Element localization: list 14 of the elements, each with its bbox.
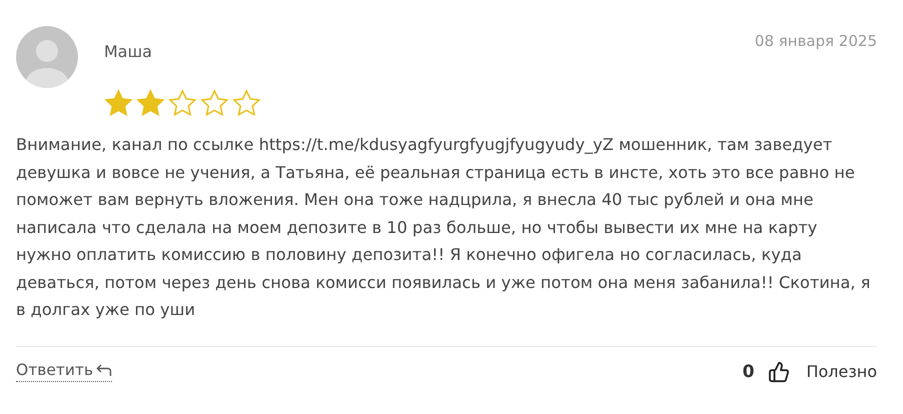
avatar-icon bbox=[16, 26, 78, 88]
author-name: Маша bbox=[104, 42, 154, 61]
review-date: 08 января 2025 bbox=[754, 31, 877, 50]
reply-link[interactable]: Ответить bbox=[16, 361, 112, 382]
star-icon bbox=[232, 89, 261, 117]
reply-arrow-icon bbox=[96, 363, 112, 377]
review-text: Внимание, канал по ссылке https://t.me/kdusyagfyurgfyugjfyugyudy_yZ мошенник, там заведует девушка и вовсе не учения, а Татьяна, её реальная страница есть в инсте, хоть это все равно не поможет вам вернуть вложения. Мен она тоже надцрила, я внесла 40 тыс рублей и она мне написала что сделала на моем депозите в 10 раз больше, но чтобы вывести их мне на карту нужно оплатить комиссию в половину депозита!! Я конечно офигела но согласилась, куда деваться, потом через день снова комисси появилась и уже потом она меня забанила!! Скотина, я в долгах уже по уши bbox=[16, 134, 872, 321]
thumbs-up-icon bbox=[768, 360, 790, 382]
helpful-button[interactable]: Полезно bbox=[768, 360, 877, 382]
star-icon bbox=[168, 89, 197, 117]
star-icon bbox=[136, 89, 165, 117]
star-icon bbox=[200, 89, 229, 117]
star-icon bbox=[104, 89, 133, 117]
like-count: 0 bbox=[742, 362, 754, 382]
